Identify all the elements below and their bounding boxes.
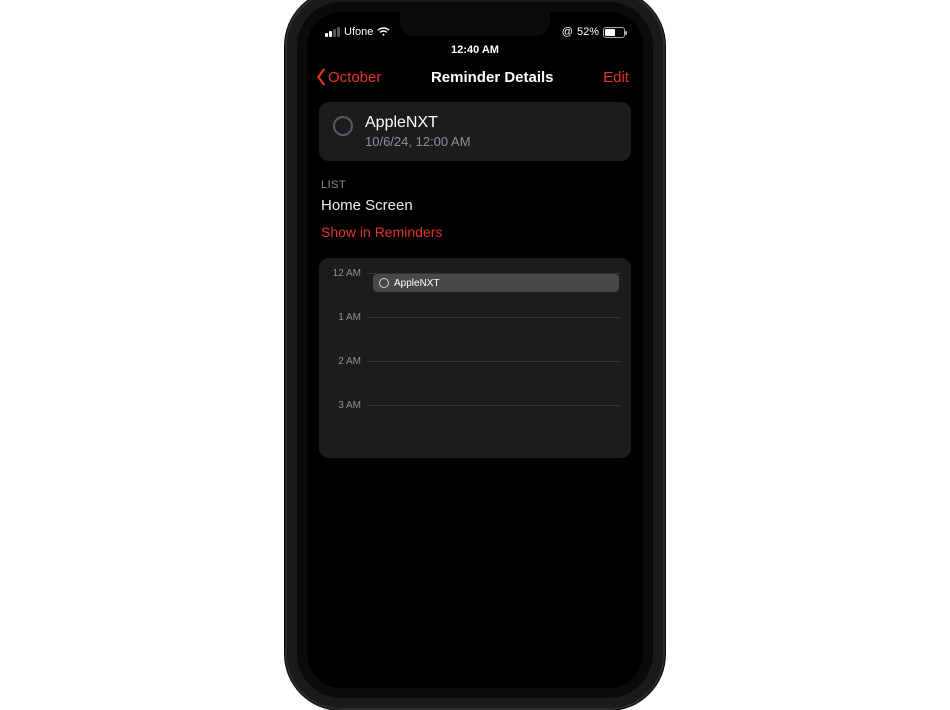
hour-row: 1 AM — [319, 310, 631, 354]
timeline[interactable]: AppleNXT 12 AM 1 AM 2 AM 3 AM — [319, 258, 631, 458]
reminder-title: AppleNXT — [365, 114, 471, 132]
reminder-datetime: 10/6/24, 12:00 AM — [365, 134, 471, 149]
hour-line — [367, 405, 621, 406]
signal-icon — [325, 27, 340, 37]
list-section: LIST Home Screen Show in Reminders — [321, 179, 629, 240]
reminder-text: AppleNXT 10/6/24, 12:00 AM — [365, 114, 471, 149]
carrier-label: Ufone — [344, 26, 373, 38]
notch — [400, 12, 550, 36]
hour-row: 12 AM — [319, 266, 631, 310]
list-value[interactable]: Home Screen — [321, 197, 629, 214]
hour-row: 2 AM — [319, 354, 631, 398]
at-icon: @ — [562, 26, 573, 38]
list-header: LIST — [321, 179, 629, 191]
hour-label: 1 AM — [329, 310, 367, 323]
hour-label: 12 AM — [329, 266, 367, 279]
complete-radio[interactable] — [333, 116, 353, 136]
chevron-left-icon — [315, 68, 327, 86]
phone-inner: Ufone @ 52% 12:40 AM Octo — [297, 2, 653, 698]
wifi-icon — [377, 27, 390, 37]
hour-row: 3 AM — [319, 398, 631, 442]
status-right: @ 52% — [562, 26, 625, 38]
back-label: October — [328, 69, 381, 86]
battery-icon — [603, 27, 625, 38]
page-title: Reminder Details — [431, 69, 554, 86]
hour-label: 3 AM — [329, 398, 367, 411]
phone-frame: Ufone @ 52% 12:40 AM Octo — [285, 0, 665, 710]
hour-label: 2 AM — [329, 354, 367, 367]
hour-line — [367, 317, 621, 318]
battery-pct: 52% — [577, 26, 599, 38]
hour-line — [367, 273, 621, 274]
show-in-reminders-link[interactable]: Show in Reminders — [321, 224, 629, 240]
reminder-card[interactable]: AppleNXT 10/6/24, 12:00 AM — [319, 102, 631, 161]
screen: Ufone @ 52% 12:40 AM Octo — [307, 12, 643, 688]
status-left: Ufone — [325, 26, 390, 38]
edit-button[interactable]: Edit — [603, 69, 629, 86]
hour-line — [367, 361, 621, 362]
back-button[interactable]: October — [315, 68, 381, 86]
